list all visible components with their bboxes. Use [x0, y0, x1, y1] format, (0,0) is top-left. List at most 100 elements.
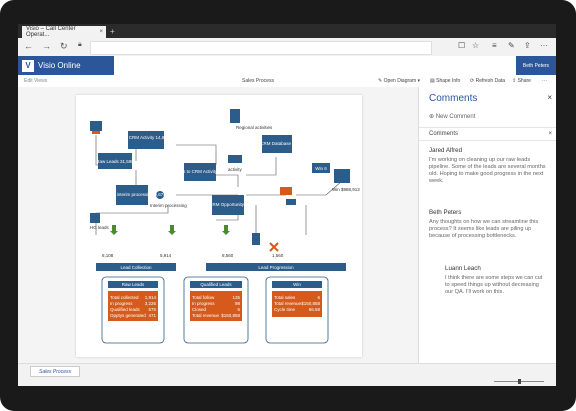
- svg-text:Total follow: Total follow: [192, 295, 215, 300]
- browser-tab[interactable]: Visio – Call Center Operat... ×: [22, 26, 106, 38]
- leads-icon: [90, 121, 102, 131]
- more-icon[interactable]: ···: [540, 41, 548, 50]
- close-pane-icon[interactable]: ×: [547, 93, 552, 102]
- svg-text:575: 575: [148, 307, 156, 312]
- interim-processing-label: Interim processing: [150, 203, 187, 208]
- comment-reply[interactable]: Luann Leach I think there are some steps…: [445, 265, 547, 296]
- new-tab-icon[interactable]: +: [110, 27, 115, 36]
- svg-text:Cycle time: Cycle time: [274, 307, 296, 312]
- reject-icon: [269, 242, 279, 252]
- comment[interactable]: Jared Alfred I'm working on cleaning up …: [429, 147, 547, 185]
- activity-label: activity: [228, 167, 243, 172]
- svg-text:In progress: In progress: [192, 301, 215, 306]
- card-qualified-leads[interactable]: Qualified Leads Total follow 135 In progr…: [183, 276, 249, 344]
- forward-icon[interactable]: →: [42, 41, 51, 51]
- svg-text:Opptys generated: Opptys generated: [110, 313, 146, 318]
- down-arrow-icon: [168, 225, 176, 235]
- form-icon: [252, 233, 260, 245]
- more-commands-button[interactable]: ···: [542, 78, 547, 84]
- svg-text:Closed: Closed: [192, 307, 207, 312]
- svg-text:To CRM Activity 14,826: To CRM Activity 14,826: [123, 135, 170, 140]
- lock-icon: 🔒︎: [78, 41, 82, 48]
- svg-text:Leads to CRM Activity 3,5k: Leads to CRM Activity 3,5k: [173, 169, 228, 174]
- status-bar: Sales Process: [18, 363, 556, 386]
- new-comment-button[interactable]: ⊕ New Comment: [429, 113, 475, 120]
- svg-text:$150,858: $150,858: [301, 301, 320, 306]
- svg-text:3,226: 3,226: [145, 301, 157, 306]
- diagram-box[interactable]: To CRM Activity 14,826: [123, 131, 170, 149]
- svg-text:471: 471: [148, 313, 156, 318]
- brand-name: Visio Online: [38, 61, 81, 70]
- diagram-box[interactable]: To CRM Database 158: [254, 135, 300, 153]
- close-section-icon[interactable]: ×: [548, 131, 552, 137]
- user-name[interactable]: Beth Peters: [516, 56, 556, 75]
- svg-text:To CRM Opportunity 471: To CRM Opportunity 471: [203, 202, 253, 207]
- count-label: 1,560: [272, 253, 284, 258]
- app-header: V Visio Online Beth Peters: [18, 56, 556, 75]
- drawing-canvas[interactable]: To CRM Activity 14,826 Raw Leads 31,598 …: [18, 87, 418, 363]
- comment-text: I'm working on cleaning up our raw leads…: [429, 157, 546, 184]
- shape-info-button[interactable]: ▤ Shape Info: [430, 78, 460, 84]
- page-tab[interactable]: Sales Process: [30, 366, 80, 377]
- svg-text:Total revenue: Total revenue: [274, 301, 302, 306]
- count-label: 8,108: [102, 253, 114, 258]
- svg-text:Qualified Leads: Qualified Leads: [200, 282, 232, 287]
- svg-text:Total revenue: Total revenue: [192, 313, 220, 318]
- refresh-icon[interactable]: ↻: [60, 41, 68, 52]
- leads-tray-icon: [92, 131, 100, 134]
- favorite-icon[interactable]: ☆: [472, 41, 479, 50]
- tab-title: Visio – Call Center Operat...: [26, 26, 76, 38]
- document-title: Sales Process: [242, 78, 274, 84]
- diagram-page: To CRM Activity 14,826 Raw Leads 31,598 …: [76, 95, 362, 357]
- open-diagram-button[interactable]: ✎ Open Diagram ▾: [378, 78, 420, 84]
- svg-text:$150,858: $150,858: [221, 313, 240, 318]
- chart-icon: [334, 169, 350, 183]
- diagram-box[interactable]: Raw Leads 31,598: [96, 153, 134, 169]
- hub-icon[interactable]: ≡: [492, 41, 497, 50]
- comment[interactable]: Beth Peters Any thoughts on how we can s…: [429, 209, 547, 240]
- card-raw-leads[interactable]: Raw Leads Total collected 1,914 In progre…: [101, 276, 165, 344]
- reader-icon[interactable]: ☐: [458, 41, 465, 50]
- zoom-slider[interactable]: [488, 379, 548, 384]
- regional-activities-label: Regional activities: [236, 125, 273, 130]
- svg-text:Lead Collection: Lead Collection: [120, 265, 152, 270]
- url-field[interactable]: [90, 41, 432, 55]
- edit-views-label[interactable]: Edit Views: [24, 78, 47, 84]
- comments-section-label: Comments: [429, 131, 459, 137]
- share-button[interactable]: ⇪ Share: [512, 78, 531, 84]
- close-tab-icon[interactable]: ×: [99, 29, 103, 35]
- hg-leads-label: HG leads: [90, 225, 110, 230]
- svg-text:135: 135: [232, 295, 240, 300]
- svg-text:Total collected: Total collected: [110, 295, 139, 300]
- svg-text:86.58: 86.58: [309, 307, 321, 312]
- count-label: 8,560: [222, 253, 234, 258]
- count-label: 5,914: [160, 253, 172, 258]
- section-header: Lead Collection: [96, 263, 176, 271]
- diagram-box[interactable]: To CRM Opportunity 471: [203, 195, 253, 215]
- comment-text: I think there are some steps we can cut …: [445, 275, 543, 295]
- comment-author: Luann Leach: [445, 265, 481, 272]
- diagram-box[interactable]: Win 6: [312, 163, 330, 173]
- svg-text:Win: Win: [293, 282, 301, 287]
- diagram-box[interactable]: Leads to CRM Activity 3,5k: [173, 163, 228, 181]
- card-win[interactable]: Win Total sales 6 Total revenue $150,858 C…: [265, 276, 329, 344]
- notes-icon[interactable]: ✎: [508, 41, 515, 50]
- svg-text:Raw Leads 31,598: Raw Leads 31,598: [96, 159, 134, 164]
- zoom-knob[interactable]: [518, 379, 521, 384]
- back-icon[interactable]: ←: [24, 41, 33, 51]
- section-header: Lead Progression: [206, 263, 346, 271]
- comments-pane: Comments × ⊕ New Comment Comments × Jare…: [418, 87, 556, 363]
- hg-leads-icon: [90, 213, 100, 223]
- comment-text: Any thoughts on how we can streamline th…: [429, 219, 539, 239]
- share-icon[interactable]: ⇪: [524, 41, 531, 50]
- handshake-icon: [280, 187, 292, 195]
- diagram-box[interactable]: Leads to interim processing 9,674: [98, 185, 166, 205]
- team-icon: [286, 199, 296, 205]
- svg-text:In progress: In progress: [110, 301, 133, 306]
- svg-text:Raw Leads: Raw Leads: [122, 282, 145, 287]
- comment-author: Jared Alfred: [429, 147, 463, 154]
- visio-brand[interactable]: V Visio Online: [18, 56, 114, 75]
- down-arrow-icon: [222, 225, 230, 235]
- refresh-data-button[interactable]: ⟳ Refresh Data: [470, 78, 505, 84]
- svg-text:Total sales: Total sales: [274, 295, 296, 300]
